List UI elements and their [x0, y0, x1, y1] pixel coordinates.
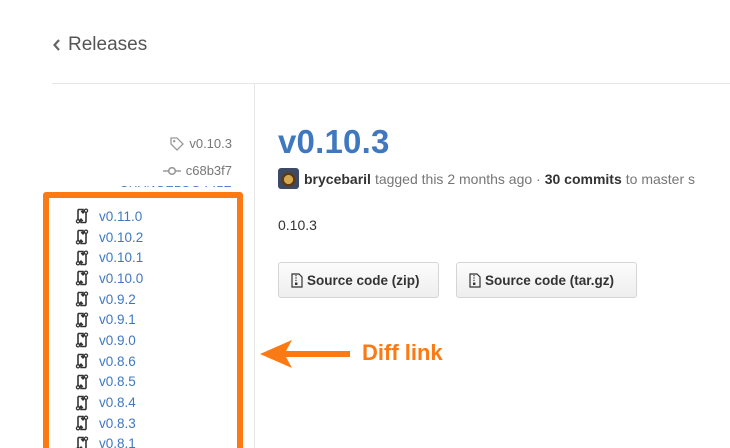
zip-file-icon	[291, 272, 303, 288]
author-link[interactable]: brycebaril	[304, 171, 371, 187]
download-targz-label: Source code (tar.gz)	[485, 272, 615, 288]
chevron-left-icon	[53, 39, 60, 51]
release-title[interactable]: v0.10.3	[278, 123, 390, 161]
commit-icon	[162, 166, 181, 175]
tagged-text: tagged this 2 months ago ·	[374, 170, 541, 187]
download-targz-button[interactable]: Source code (tar.gz)	[456, 262, 637, 298]
annotation-arrow-icon	[260, 340, 350, 368]
release-commit: c68b3f7	[185, 163, 232, 178]
release-tag-meta[interactable]: v0.10.3	[170, 136, 232, 151]
release-byline: brycebaril tagged this 2 months ago · 30…	[278, 168, 695, 189]
target-text: to master s	[625, 170, 696, 187]
annotation-highlight-box	[43, 192, 243, 448]
release-commit-meta[interactable]: c68b3f7	[162, 163, 232, 178]
release-tag: v0.10.3	[189, 136, 232, 151]
zip-file-icon	[469, 272, 481, 288]
release-notes: 0.10.3	[278, 217, 317, 233]
annotation-label: Diff link	[362, 340, 443, 365]
back-label: Releases	[68, 34, 148, 55]
avatar[interactable]	[278, 168, 299, 189]
commits-link[interactable]: 30 commits	[545, 171, 622, 187]
download-zip-button[interactable]: Source code (zip)	[278, 262, 439, 298]
download-zip-label: Source code (zip)	[307, 272, 420, 288]
tag-icon	[170, 136, 185, 151]
header-divider	[52, 83, 730, 84]
sidebar-divider	[254, 84, 255, 448]
back-to-releases-link[interactable]: Releases	[52, 34, 147, 56]
